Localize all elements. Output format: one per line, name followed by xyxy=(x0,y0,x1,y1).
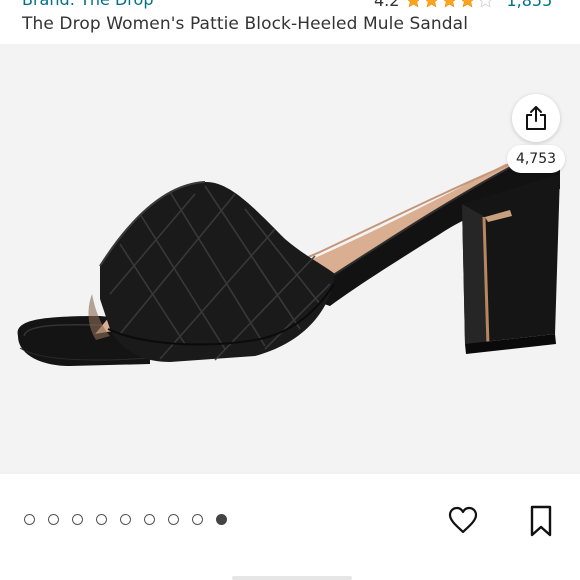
product-image xyxy=(17,154,560,366)
pagination-dots xyxy=(24,514,227,525)
share-button[interactable] xyxy=(512,94,560,142)
product-header: Brand: The Drop 4.2 1,855 The Drop Women… xyxy=(0,0,580,44)
heart-icon xyxy=(448,506,478,534)
pagination-dot[interactable] xyxy=(48,514,59,525)
share-icon xyxy=(526,106,546,130)
pagination-dot[interactable] xyxy=(72,514,83,525)
star-icon xyxy=(480,0,492,8)
pagination-dot[interactable] xyxy=(120,514,131,525)
pagination-dot[interactable] xyxy=(168,514,179,525)
bookmark-icon xyxy=(530,505,552,537)
rating-count[interactable]: 1,855 xyxy=(506,0,552,10)
rating-summary[interactable]: 4.2 1,855 xyxy=(374,0,552,10)
brand-link[interactable]: Brand: The Drop xyxy=(22,0,153,9)
pagination-dot-active[interactable] xyxy=(216,514,227,525)
pagination-dot[interactable] xyxy=(192,514,203,525)
star-icon xyxy=(408,0,420,7)
rating-stars xyxy=(405,0,494,9)
pagination-dot[interactable] xyxy=(144,514,155,525)
pagination-dot[interactable] xyxy=(24,514,35,525)
product-title: The Drop Women's Pattie Block-Heeled Mul… xyxy=(22,14,469,34)
product-image-gallery[interactable]: 4,753 xyxy=(0,44,580,474)
home-indicator xyxy=(232,576,352,580)
pagination-dot[interactable] xyxy=(96,514,107,525)
star-icon xyxy=(426,0,438,7)
save-for-later-button[interactable] xyxy=(526,504,556,538)
rating-value: 4.2 xyxy=(374,0,400,10)
review-count-badge[interactable]: 4,753 xyxy=(507,145,565,173)
wishlist-button[interactable] xyxy=(447,504,479,536)
star-icon xyxy=(462,0,474,7)
gallery-controls xyxy=(0,474,580,580)
star-icon xyxy=(444,0,456,7)
